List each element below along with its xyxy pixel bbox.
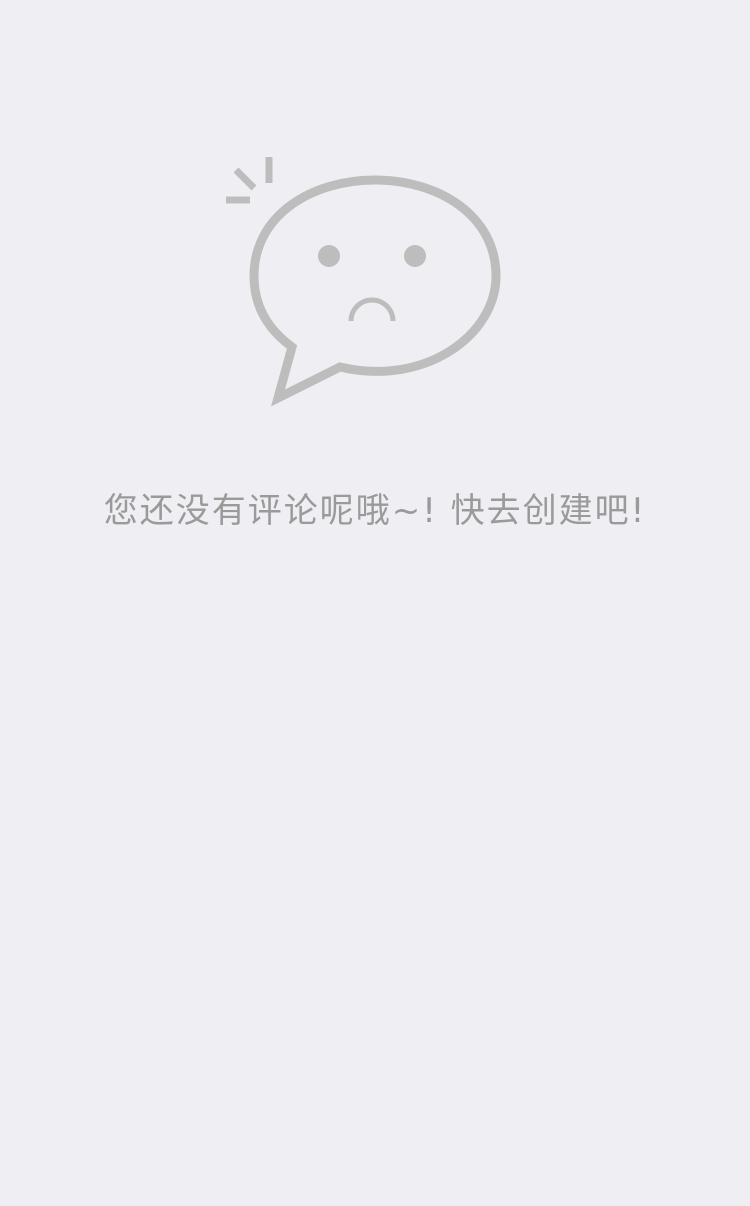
left-eye bbox=[318, 245, 340, 267]
right-eye bbox=[404, 245, 426, 267]
frown-mouth bbox=[348, 297, 396, 322]
empty-state: 您还没有评论呢哦~! 快去创建吧! bbox=[0, 0, 750, 1206]
speech-bubble-outline bbox=[249, 175, 501, 407]
empty-message: 您还没有评论呢哦~! 快去创建吧! bbox=[103, 491, 647, 531]
spark-lines bbox=[226, 157, 273, 204]
sad-speech-bubble-icon bbox=[226, 157, 501, 407]
